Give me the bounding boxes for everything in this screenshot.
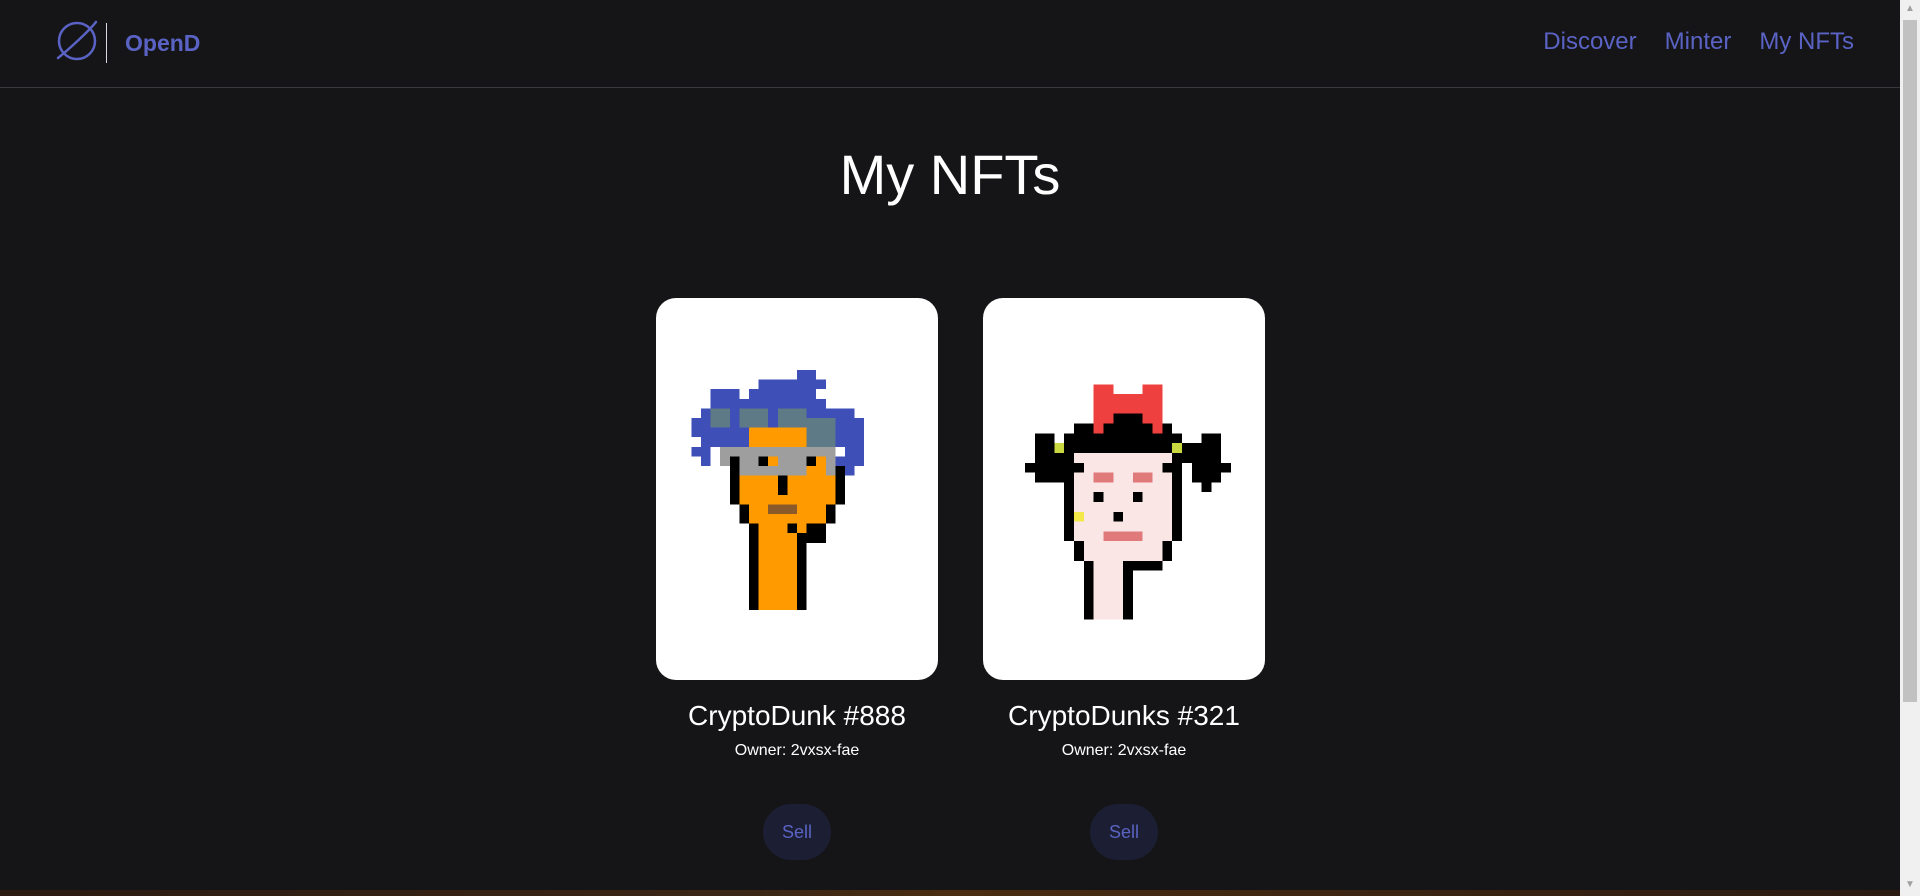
scroll-thumb[interactable] — [1903, 20, 1917, 702]
nft-card: CryptoDunks #321 Owner: 2vxsx-fae Sell — [983, 298, 1265, 860]
nav-my-nfts[interactable]: My NFTs — [1759, 28, 1854, 56]
scroll-up-icon[interactable]: ▲ — [1900, 0, 1920, 18]
brand-divider — [106, 23, 107, 63]
top-nav-bar: OpenD Discover Minter My NFTs — [0, 0, 1900, 88]
nft-image-card[interactable] — [983, 298, 1265, 680]
punk-orange-face-image — [691, 370, 865, 610]
nft-owner: Owner: 2vxsx-fae — [1061, 742, 1187, 759]
planet-icon — [54, 18, 100, 69]
brand-name: OpenD — [125, 29, 201, 56]
scroll-down-icon[interactable]: ▼ — [1900, 876, 1920, 894]
nft-name: CryptoDunk #888 — [688, 700, 906, 731]
nft-owner: Owner: 2vxsx-fae — [734, 742, 860, 759]
nft-name: CryptoDunks #321 — [1008, 700, 1240, 731]
nft-image-card[interactable] — [656, 298, 938, 680]
vertical-scrollbar[interactable]: ▲ ▼ — [1900, 0, 1920, 896]
nft-card: CryptoDunk #888 Owner: 2vxsx-fae Sell — [656, 298, 938, 860]
main-nav: Discover Minter My NFTs — [1543, 28, 1854, 56]
brand[interactable]: OpenD — [54, 20, 200, 66]
page-title: My NFTs — [839, 143, 1061, 206]
punk-devil-horns-image — [1025, 384, 1231, 620]
sell-button[interactable]: Sell — [1090, 804, 1158, 860]
bottom-edge — [0, 890, 1900, 896]
nav-minter[interactable]: Minter — [1665, 28, 1732, 56]
sell-button[interactable]: Sell — [763, 804, 831, 860]
nav-discover[interactable]: Discover — [1543, 28, 1636, 56]
app-viewport: OpenD Discover Minter My NFTs My NFTs Cr… — [0, 0, 1900, 890]
